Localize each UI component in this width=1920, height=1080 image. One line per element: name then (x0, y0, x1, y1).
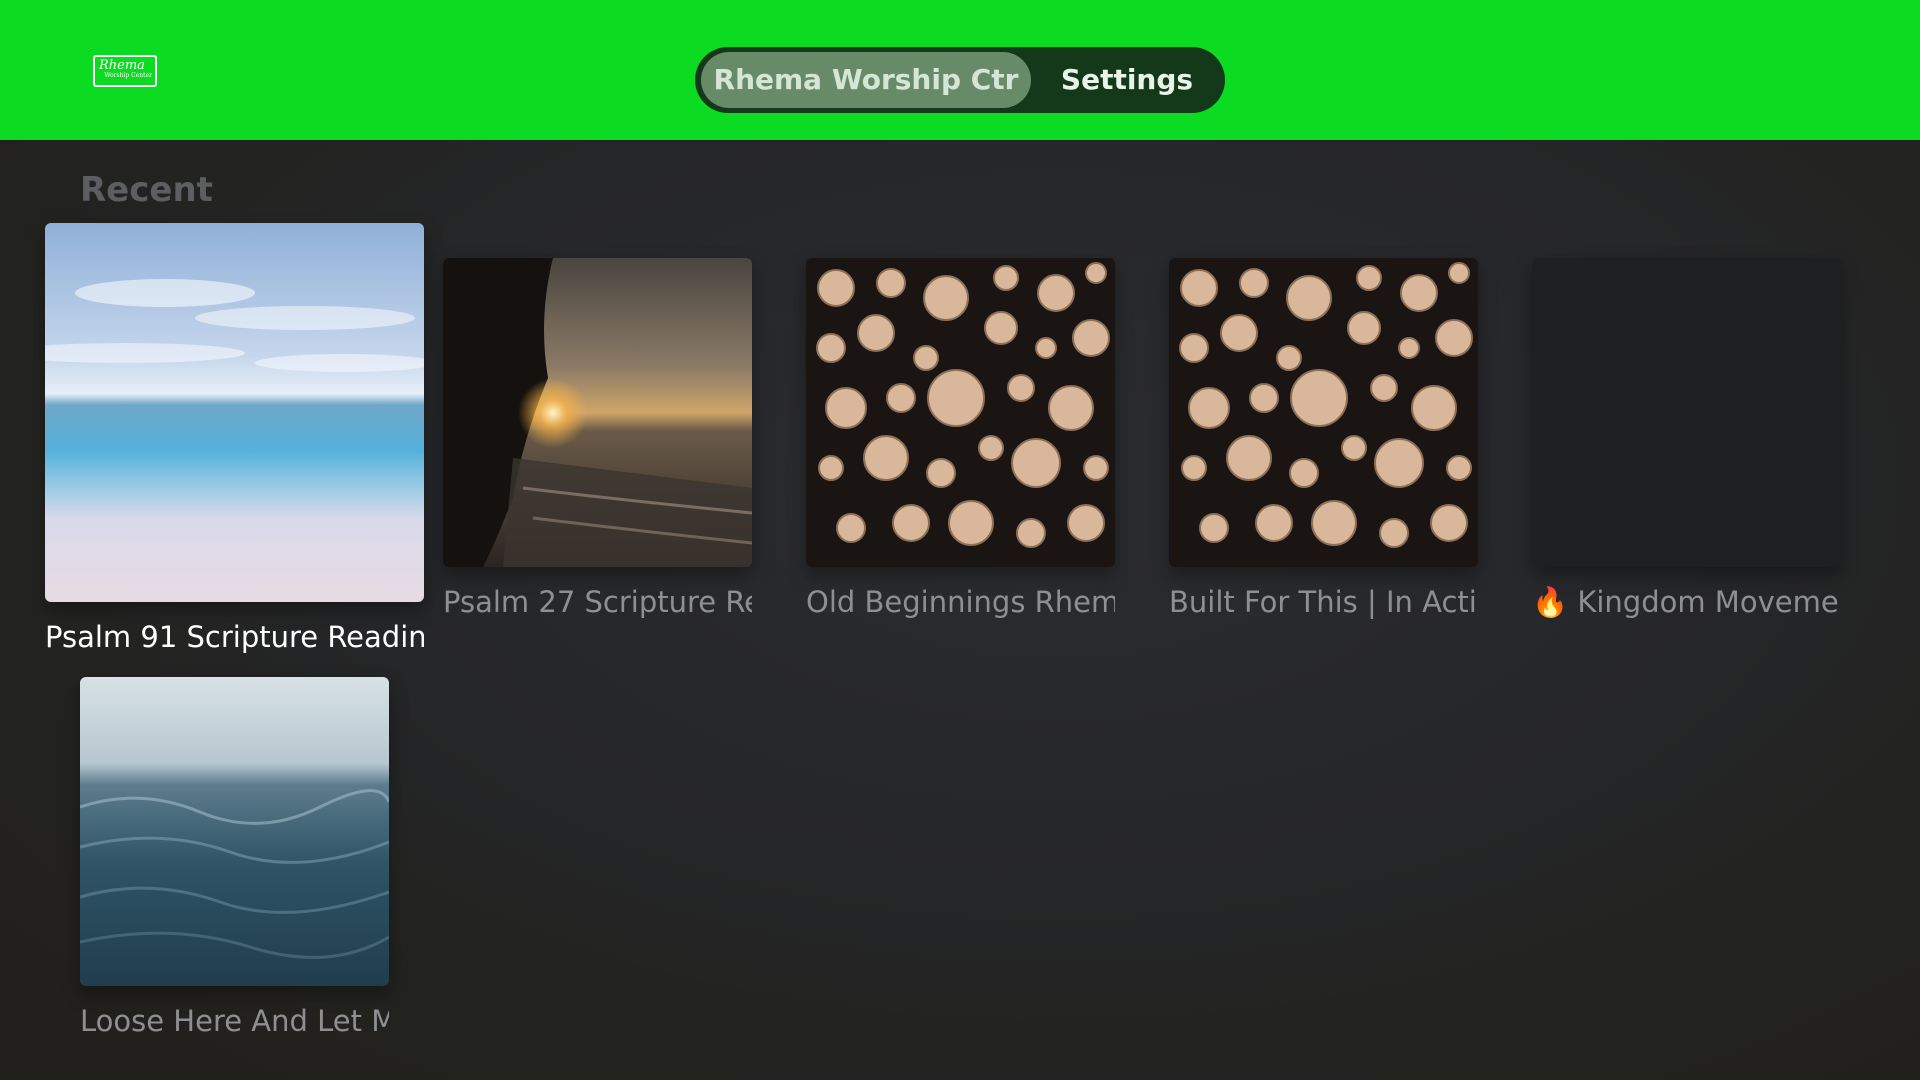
media-card-title: Old Beginnings Rhema (806, 585, 1115, 619)
media-card-title: 🔥 Kingdom Movemen (1532, 585, 1841, 620)
section-title-recent: Recent (80, 170, 213, 210)
media-card-title: Psalm 91 Scripture Reading (45, 620, 424, 654)
media-card-psalm-91[interactable]: Psalm 91 Scripture Reading (45, 223, 424, 663)
media-card-built-for-this[interactable]: Built For This | In Actio (1169, 258, 1478, 628)
tab-settings[interactable]: Settings (1047, 52, 1207, 108)
media-card-kingdom-movement[interactable]: 🔥 Kingdom Movemen (1532, 258, 1841, 628)
beach-sky-thumbnail (45, 223, 424, 602)
media-card-title: Built For This | In Actio (1169, 585, 1478, 619)
media-card-psalm-27[interactable]: Psalm 27 Scripture Rea (443, 258, 752, 628)
blank-thumbnail (1532, 258, 1841, 567)
sunset-shore-thumbnail (443, 258, 752, 567)
media-card-title: Psalm 27 Scripture Rea (443, 585, 752, 619)
tab-bar: Rhema Worship Ctr Settings (695, 47, 1225, 113)
logo-text: Rhema (99, 58, 145, 73)
logo-subtext: Worship Center (104, 72, 152, 79)
media-card-loose-here[interactable]: Loose Here And Let Me (80, 677, 389, 1047)
log-ends-thumbnail (1169, 258, 1478, 567)
top-navigation-bar: Rhema Worship Center Rhema Worship Ctr S… (0, 0, 1920, 140)
media-card-title: Loose Here And Let Me (80, 1004, 389, 1038)
rhema-logo: Rhema Worship Center (93, 55, 157, 87)
fire-emoji-icon: 🔥 (1532, 585, 1569, 619)
ocean-wave-thumbnail (80, 677, 389, 986)
log-ends-thumbnail (806, 258, 1115, 567)
media-card-title-text: Kingdom Movemen (1577, 585, 1841, 619)
media-card-old-beginnings[interactable]: Old Beginnings Rhema (806, 258, 1115, 628)
tab-rhema-worship-ctr[interactable]: Rhema Worship Ctr (701, 52, 1031, 108)
